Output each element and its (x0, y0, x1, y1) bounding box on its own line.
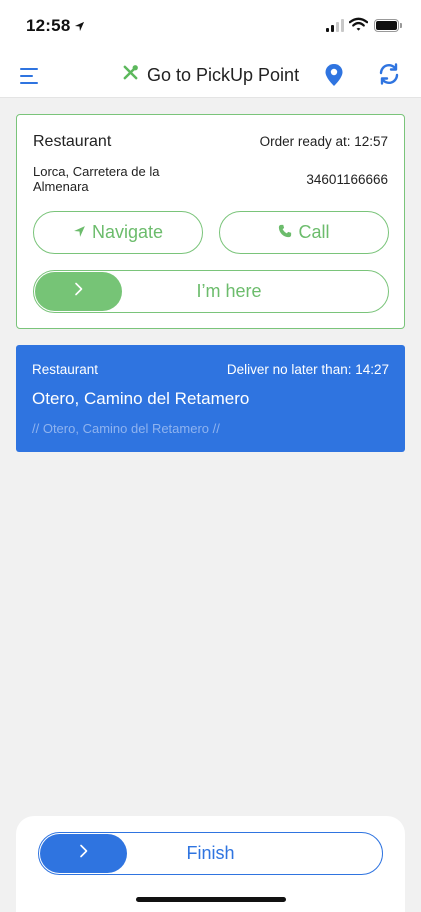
status-bar: 12:58 (0, 0, 421, 52)
navigation-arrow-icon (73, 222, 86, 243)
order-ready-time: Order ready at: 12:57 (259, 134, 388, 149)
phone-icon (278, 222, 292, 243)
location-arrow-icon (74, 19, 85, 37)
delivery-note: // Otero, Camino del Retamero // (32, 421, 220, 436)
delivery-card[interactable]: Restaurant Deliver no later than: 14:27 … (16, 345, 405, 452)
delivery-address: Otero, Camino del Retamero (32, 389, 250, 408)
status-time: 12:58 (26, 16, 71, 35)
delivery-restaurant-name: Restaurant (32, 362, 99, 377)
top-nav-bar: Go to PickUp Point (0, 52, 421, 98)
page-title-group: Go to PickUp Point (122, 64, 299, 86)
pickup-phone: 34601166666 (306, 172, 388, 187)
navigate-label: Navigate (91, 222, 164, 242)
cellular-signal-icon (326, 19, 344, 32)
im-here-label: I’m here (196, 281, 262, 301)
fork-knife-icon (122, 64, 139, 86)
call-button[interactable]: Call (219, 211, 389, 254)
location-pin-icon[interactable] (324, 63, 344, 92)
navigate-button[interactable]: Navigate (33, 211, 203, 254)
im-here-slider-handle[interactable] (35, 272, 122, 311)
chevron-right-icon (79, 844, 89, 863)
page-title: Go to PickUp Point (147, 64, 300, 85)
finish-slider-handle[interactable] (40, 834, 127, 873)
wifi-icon (348, 17, 369, 37)
pickup-address: Lorca, Carretera de la Almenara (33, 164, 160, 194)
menu-icon[interactable] (20, 66, 42, 86)
finish-slider[interactable]: Finish (38, 832, 383, 875)
pickup-card: Restaurant Order ready at: 12:57 Lorca, … (16, 114, 405, 329)
im-here-slider[interactable]: I’m here (33, 270, 389, 313)
chevron-right-icon (74, 282, 84, 301)
delivery-deadline: Deliver no later than: 14:27 (226, 362, 389, 377)
home-indicator (136, 897, 286, 902)
finish-label: Finish (186, 843, 235, 863)
refresh-icon[interactable] (377, 62, 401, 91)
battery-icon (374, 19, 402, 32)
call-label: Call (298, 222, 330, 242)
pickup-restaurant-name: Restaurant (33, 133, 112, 150)
